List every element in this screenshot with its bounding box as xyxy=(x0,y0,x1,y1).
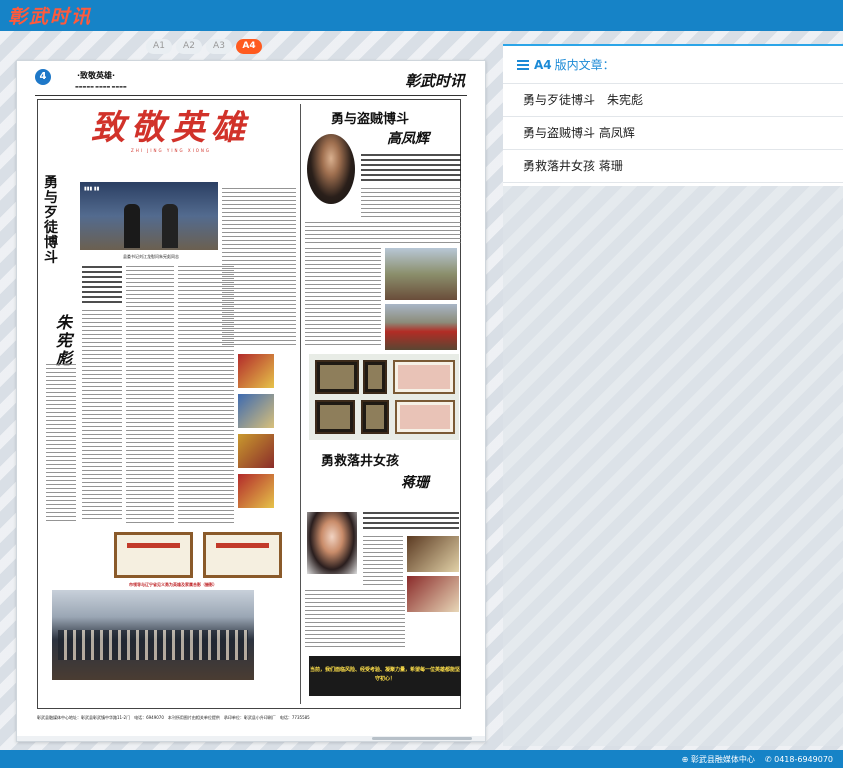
text-block xyxy=(361,188,461,218)
text-block xyxy=(82,310,122,520)
article2-photo xyxy=(385,304,457,350)
plaques-photo xyxy=(309,354,459,440)
article3-photo xyxy=(407,536,459,572)
plaque xyxy=(361,400,389,434)
ceremony-photo: ▮▮▮ ▮▮ xyxy=(80,182,218,250)
award-certificate xyxy=(238,394,274,428)
issue-line: ▬▬▬▬▬ ▬▬▬▬ ▬▬▬▬ xyxy=(75,84,127,89)
right-column: 勇与盗贼博斗 高凤辉 勇救落井女孩 蒋珊 当前，我们面临风险、经受考验、凝聚力量… xyxy=(300,104,464,704)
certificates-row xyxy=(114,532,282,578)
text-block xyxy=(126,266,174,526)
article-link[interactable]: 勇与歹徒博斗 朱宪彪 xyxy=(503,84,843,117)
site-logo[interactable]: 彰武时讯 xyxy=(8,2,92,29)
horizontal-scrollbar[interactable] xyxy=(17,736,485,741)
left-column: 致敬英雄 ZHI JING YING XIONG 勇与歹徒博斗 朱宪彪 ▮▮▮ … xyxy=(42,104,300,680)
text-block xyxy=(363,536,403,586)
newspaper-body: 致敬英雄 ZHI JING YING XIONG 勇与歹徒博斗 朱宪彪 ▮▮▮ … xyxy=(37,99,461,709)
section-title: ·致敬英雄· xyxy=(77,71,116,80)
newspaper-logo: 彰武时讯 xyxy=(404,72,465,90)
text-block xyxy=(305,590,405,650)
slogan-box: 当前，我们面临风险、经受考验、凝聚力量，希望每一位英雄都能坚守初心！ xyxy=(309,656,461,696)
article1-name: 朱宪彪 xyxy=(56,313,73,368)
top-bar: 彰武时讯 xyxy=(0,0,843,31)
article3-photo xyxy=(407,576,459,612)
newspaper-footer: 彰武县融媒体中心地址：彰武县彰武镇中华路11-2门 电话：6949070 本刊所… xyxy=(37,715,310,720)
footer-org: ⊕ 彰武县融媒体中心 xyxy=(681,754,755,764)
award-medal xyxy=(238,434,274,468)
plaque xyxy=(315,400,355,434)
article3-title: 勇救落井女孩 xyxy=(321,454,400,469)
photo-signage: ▮▮▮ ▮▮ xyxy=(84,186,100,192)
article1-title: 勇与歹徒博斗 xyxy=(44,175,58,266)
tab-a4[interactable]: A4 xyxy=(236,39,262,54)
panel-header: A4 版内文章： xyxy=(503,46,843,84)
article-link[interactable]: 勇救落井女孩 蒋珊 xyxy=(503,150,843,183)
plaque xyxy=(395,400,455,434)
certificate xyxy=(114,532,193,578)
scrollbar-thumb[interactable] xyxy=(372,737,472,740)
photo-person xyxy=(162,204,178,248)
panel-title: 版内文章： xyxy=(554,58,615,72)
newspaper-page-image[interactable]: 4 ·致敬英雄· ▬▬▬▬▬ ▬▬▬▬ ▬▬▬▬ 彰武时讯 致敬英雄 ZHI J… xyxy=(16,60,486,742)
list-icon xyxy=(517,59,529,70)
award-medal xyxy=(238,354,274,388)
footer-phone: ✆ 0418-6949070 xyxy=(764,754,833,764)
article3-name: 蒋珊 xyxy=(401,475,429,491)
newspaper-header: 4 ·致敬英雄· ▬▬▬▬▬ ▬▬▬▬ ▬▬▬▬ 彰武时讯 xyxy=(35,69,465,95)
plaque xyxy=(393,360,455,394)
awards-photos xyxy=(238,354,274,514)
group-photo xyxy=(52,590,254,680)
certificate xyxy=(203,532,282,578)
award-medal xyxy=(238,474,274,508)
text-block xyxy=(222,188,296,348)
page-number: 4 xyxy=(35,69,51,85)
tab-a3[interactable]: A3 xyxy=(206,39,232,54)
text-block xyxy=(46,364,76,524)
plaque xyxy=(315,360,359,394)
article2-portrait xyxy=(307,134,355,204)
text-block xyxy=(363,512,459,532)
page-tabs: A1 A2 A3 A4 xyxy=(146,39,262,54)
panel-page-label: A4 xyxy=(534,57,552,72)
plaque xyxy=(363,360,387,394)
article2-name: 高凤辉 xyxy=(387,131,429,147)
group-photo-caption: 市领导与辽宁省见义勇为英雄及家属合影（摄影） xyxy=(129,582,217,587)
article-list-panel: A4 版内文章： 勇与歹徒博斗 朱宪彪 勇与盗贼博斗 高凤辉 勇救落井女孩 蒋珊 xyxy=(503,44,843,186)
photo-caption: 县委书记刘江龙慰问朱宪彪同志 xyxy=(123,254,179,259)
article3-portrait xyxy=(307,512,357,574)
header-rule xyxy=(35,95,467,96)
article-link[interactable]: 勇与盗贼博斗 高凤辉 xyxy=(503,117,843,150)
text-block xyxy=(361,154,461,184)
banner-title: 致敬英雄 xyxy=(91,108,251,148)
photo-person xyxy=(124,204,140,248)
article2-photo xyxy=(385,248,457,300)
panel-background xyxy=(503,186,843,746)
tab-a1[interactable]: A1 xyxy=(146,39,172,54)
footer-bar: ⊕ 彰武县融媒体中心 ✆ 0418-6949070 xyxy=(0,750,843,768)
text-block xyxy=(305,222,461,244)
text-block xyxy=(82,266,122,306)
tab-a2[interactable]: A2 xyxy=(176,39,202,54)
text-block xyxy=(305,248,381,348)
article2-title: 勇与盗贼博斗 xyxy=(331,112,410,127)
